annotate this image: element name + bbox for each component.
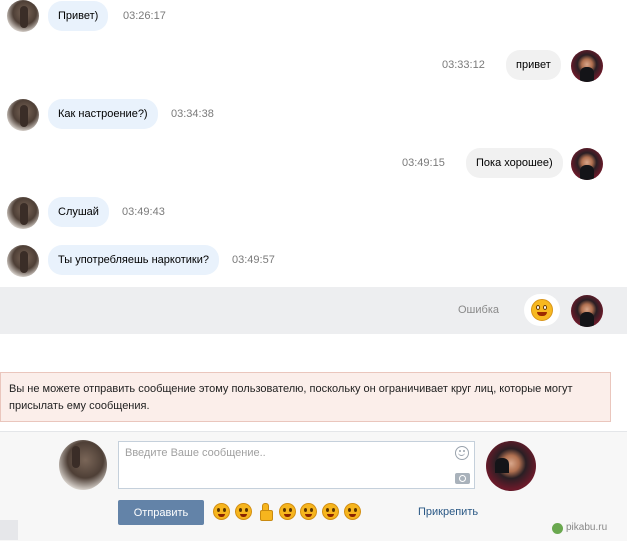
sender-avatar[interactable]: [7, 0, 39, 32]
message-time: 03:34:38: [171, 108, 214, 120]
message-row: Как настроение?) 03:34:38: [0, 96, 627, 140]
notice-text: Вы не можете отправить сообщение этому п…: [9, 383, 573, 412]
smiley-emoji-icon: [531, 299, 553, 321]
thumbs-up-emoji-icon[interactable]: [257, 503, 273, 521]
own-avatar[interactable]: [571, 148, 603, 180]
message-row: 03:33:12 привет: [0, 47, 627, 91]
recipient-avatar[interactable]: [59, 440, 107, 490]
privacy-restriction-notice: Вы не можете отправить сообщение этому п…: [0, 372, 611, 422]
message-bubble: Пока хорошее): [466, 148, 563, 178]
message-row: Слушай 03:49:43: [0, 194, 627, 238]
message-time: 03:49:15: [402, 157, 445, 169]
message-bubble: [524, 294, 560, 326]
message-time: 03:33:12: [442, 59, 485, 71]
message-bubble: Как настроение?): [48, 99, 158, 129]
message-input-placeholder: Введите Ваше сообщение..: [125, 447, 266, 459]
surprised-emoji-icon[interactable]: [235, 503, 252, 520]
own-avatar[interactable]: [486, 441, 536, 491]
camera-icon[interactable]: [455, 473, 470, 484]
sender-avatar[interactable]: [7, 197, 39, 229]
message-time: 03:26:17: [123, 10, 166, 22]
message-row: Ты употребляешь наркотики? 03:49:57: [0, 242, 627, 286]
message-bubble: Привет): [48, 1, 109, 31]
failed-message-row[interactable]: Ошибка: [0, 287, 627, 334]
message-bubble: привет: [506, 50, 561, 80]
message-bubble: Слушай: [48, 197, 109, 227]
attach-link[interactable]: Прикрепить: [418, 500, 478, 525]
laugh-emoji-icon[interactable]: [279, 503, 296, 520]
sender-avatar[interactable]: [7, 245, 39, 277]
message-row: Привет) 03:26:17: [0, 0, 627, 42]
pikabu-logo-icon: [552, 523, 563, 534]
emoji-picker-icon[interactable]: [455, 446, 469, 460]
own-avatar[interactable]: [571, 295, 603, 327]
watermark: pikabu.ru: [566, 522, 608, 533]
message-input[interactable]: Введите Ваше сообщение..: [118, 441, 475, 489]
message-time: 03:49:43: [122, 206, 165, 218]
worried-emoji-icon[interactable]: [322, 503, 339, 520]
scroll-corner: [0, 520, 18, 540]
error-status: Ошибка: [458, 304, 499, 316]
message-row: 03:49:15 Пока хорошее): [0, 145, 627, 189]
smirk-emoji-icon[interactable]: [300, 503, 317, 520]
neutral-emoji-icon[interactable]: [344, 503, 361, 520]
sender-avatar[interactable]: [7, 99, 39, 131]
own-avatar[interactable]: [571, 50, 603, 82]
send-button[interactable]: Отправить: [118, 500, 204, 525]
message-bubble: Ты употребляешь наркотики?: [48, 245, 219, 275]
grin-emoji-icon[interactable]: [213, 503, 230, 520]
message-time: 03:49:57: [232, 254, 275, 266]
